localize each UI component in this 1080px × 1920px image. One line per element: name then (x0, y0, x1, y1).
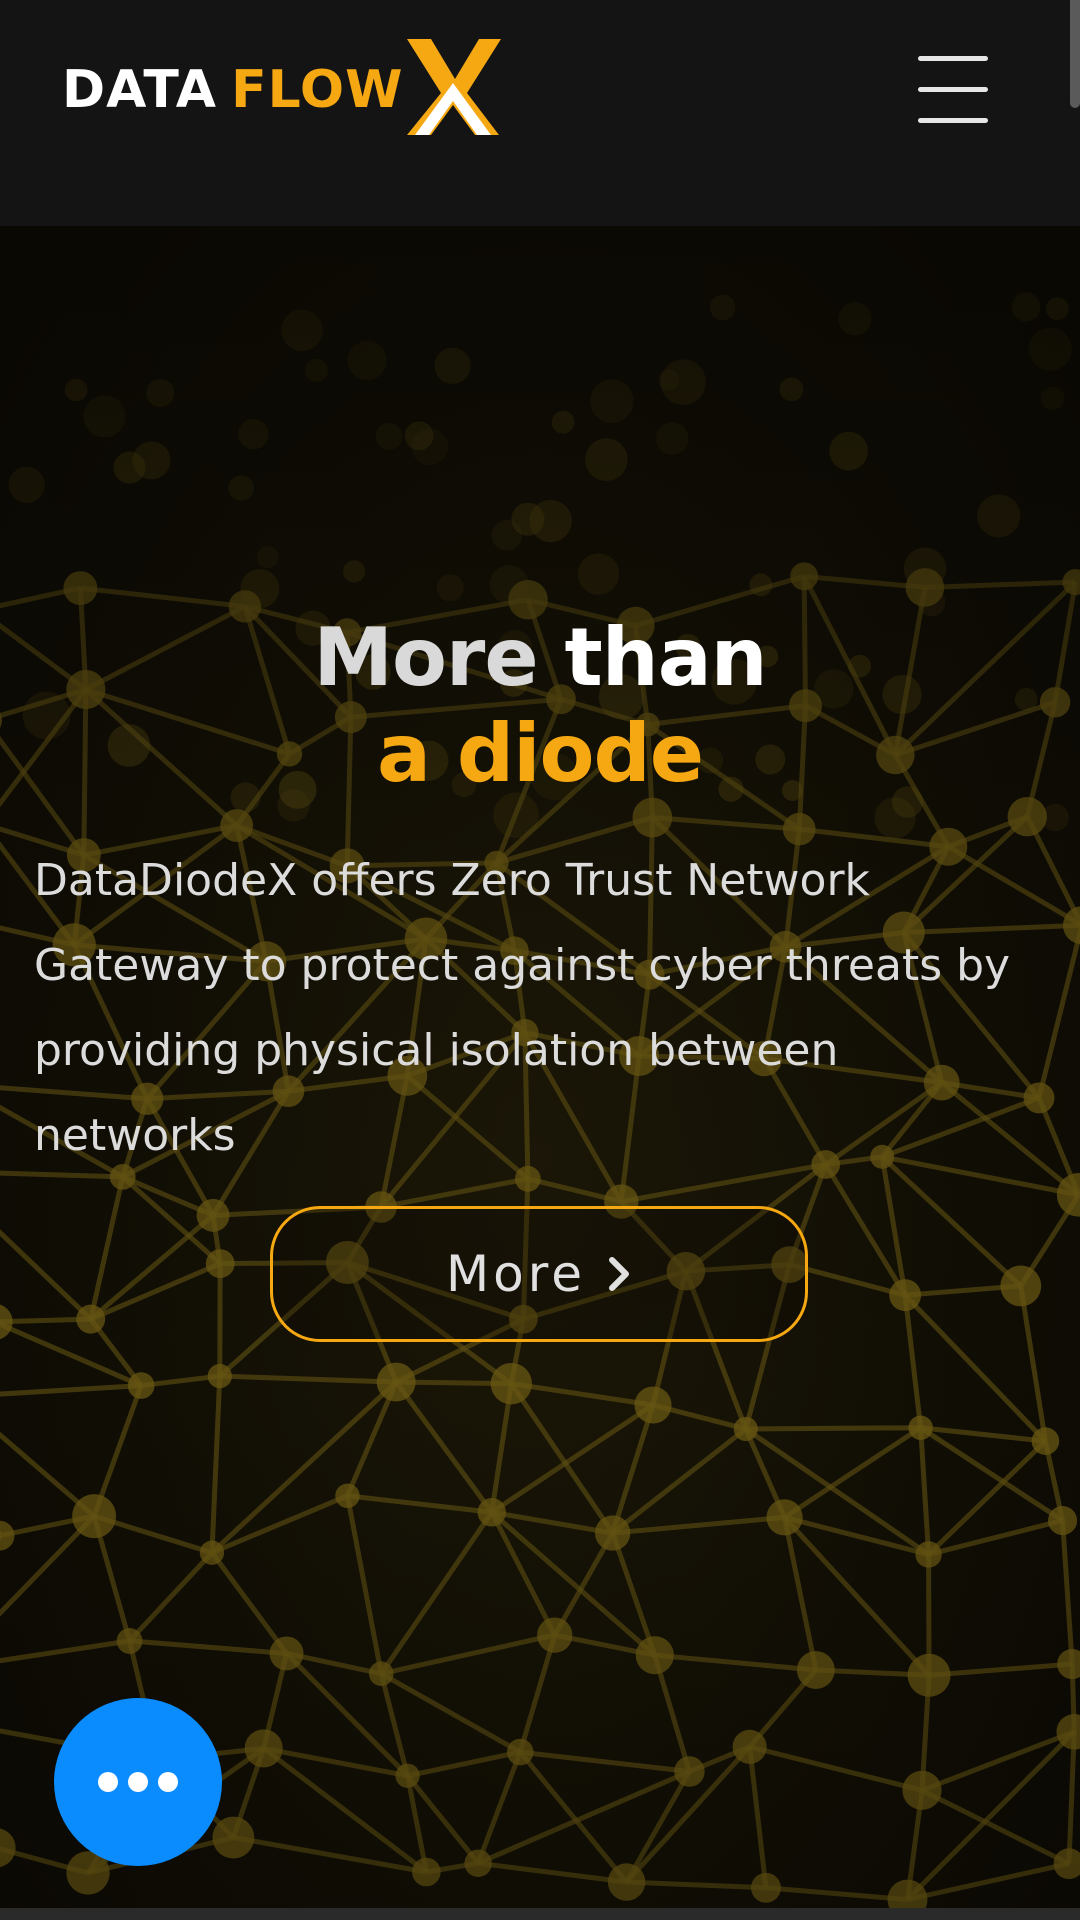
chevron-right-icon (608, 1257, 629, 1291)
site-header: DATA FLOW (0, 0, 1080, 226)
scrollbar-thumb[interactable] (1070, 0, 1080, 108)
hero-section: More than a diode DataDiodeX offers Zero… (0, 226, 1080, 1920)
ellipsis-icon (98, 1772, 118, 1792)
headline-a-diode: a diode (376, 707, 704, 800)
more-button[interactable]: More (270, 1206, 808, 1342)
page: DATA FLOW More than a diode DataDiodeX o… (0, 0, 1080, 1920)
headline-word-than: than (564, 611, 768, 704)
site-logo[interactable]: DATA FLOW (62, 38, 502, 142)
logo-word-flow: FLOW (231, 60, 404, 120)
hamburger-menu-icon[interactable] (914, 52, 994, 128)
chat-widget-button[interactable] (54, 1698, 222, 1866)
bottom-bar (0, 1908, 1080, 1920)
headline-word-more: More (313, 611, 538, 704)
hero-headline: More than a diode (0, 610, 1080, 802)
logo-word-data: DATA (62, 60, 218, 120)
x-logo-mark-icon (407, 39, 502, 135)
hero-description: DataDiodeX offers Zero Trust Network Gat… (34, 855, 1011, 1161)
more-button-label: More (446, 1245, 586, 1303)
